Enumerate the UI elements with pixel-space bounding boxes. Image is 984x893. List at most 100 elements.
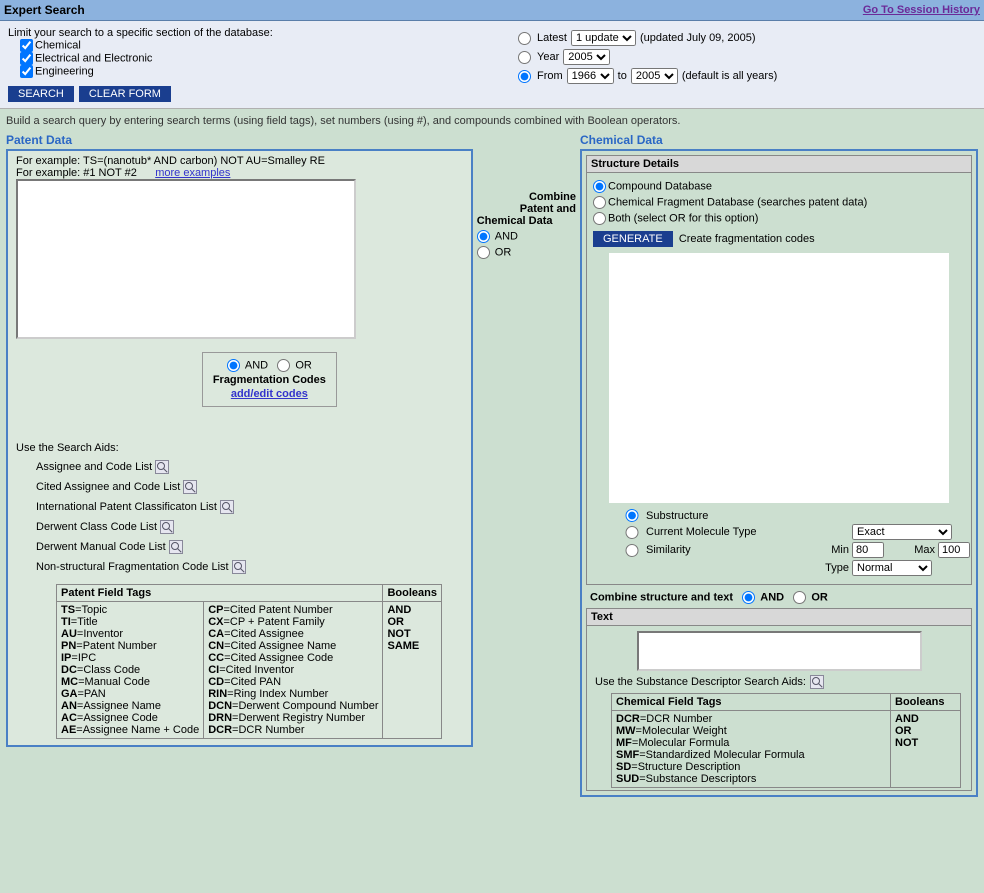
radio-latest-label: Latest xyxy=(537,32,567,44)
cst-or-label: OR xyxy=(811,592,828,604)
radio-compound-db[interactable] xyxy=(593,180,606,193)
search-icon[interactable] xyxy=(810,675,824,689)
tag-row: DCN=Derwent Compound Number xyxy=(208,700,378,712)
search-icon[interactable] xyxy=(183,480,197,494)
chemical-data-label: Chemical Data xyxy=(580,133,978,147)
boolean-item: AND xyxy=(895,713,956,725)
tag-row: TS=Topic xyxy=(61,604,199,616)
check-chemical[interactable] xyxy=(20,39,33,52)
cst-and-label: AND xyxy=(760,592,784,604)
search-button[interactable]: SEARCH xyxy=(8,86,74,102)
aid-1: Cited Assignee and Code List xyxy=(36,481,180,493)
tag-row: CD=Cited PAN xyxy=(208,676,378,688)
search-icon[interactable] xyxy=(220,500,234,514)
combine-struct-text-label: Combine structure and text xyxy=(590,591,733,603)
search-aids-label: Use the Search Aids: xyxy=(16,442,463,454)
search-icon[interactable] xyxy=(155,460,169,474)
radio-year-label: Year xyxy=(537,51,559,63)
tag-row: CP=Cited Patent Number xyxy=(208,604,378,616)
frag-or-label: OR xyxy=(295,360,312,372)
frag-or-radio[interactable] xyxy=(277,359,290,372)
radio-fragment-db-label: Chemical Fragment Database (searches pat… xyxy=(608,197,867,209)
tag-row: CA=Cited Assignee xyxy=(208,628,378,640)
combine-title-3: Chemical Data xyxy=(477,215,576,227)
check-electrical-label: Electrical and Electronic xyxy=(35,53,152,65)
structure-canvas[interactable] xyxy=(609,253,949,503)
default-years-note: (default is all years) xyxy=(682,70,777,82)
radio-current-molecule[interactable] xyxy=(623,526,641,539)
from-select[interactable]: 1966 xyxy=(567,68,614,84)
radio-both-db-label: Both (select OR for this option) xyxy=(608,213,758,225)
radio-latest[interactable] xyxy=(518,32,531,45)
chem-tags-header: Chemical Field Tags xyxy=(612,694,891,711)
tag-row: MF=Molecular Formula xyxy=(616,737,886,749)
patent-tags-header: Patent Field Tags xyxy=(57,585,383,602)
aid-3: Derwent Class Code List xyxy=(36,521,157,533)
radio-year[interactable] xyxy=(518,51,531,64)
text-header: Text xyxy=(586,608,972,626)
max-label: Max xyxy=(895,544,935,556)
chemical-field-tags-table: Chemical Field Tags Booleans DCR=DCR Num… xyxy=(611,693,961,788)
radio-substructure[interactable] xyxy=(623,509,641,522)
tag-row: AE=Assignee Name + Code xyxy=(61,724,199,736)
combine-title-2: Patent and xyxy=(477,203,576,215)
combine-or-label: OR xyxy=(495,247,512,259)
check-chemical-label: Chemical xyxy=(35,40,81,52)
tag-row: CI=Cited Inventor xyxy=(208,664,378,676)
to-select[interactable]: 2005 xyxy=(631,68,678,84)
radio-both-db[interactable] xyxy=(593,212,606,225)
radio-fragment-db[interactable] xyxy=(593,196,606,209)
search-icon[interactable] xyxy=(232,560,246,574)
cst-and-radio[interactable] xyxy=(742,591,755,604)
patent-field-tags-table: Patent Field Tags Booleans TS=TopicTI=Ti… xyxy=(56,584,442,739)
tag-row: GA=PAN xyxy=(61,688,199,700)
latest-select[interactable]: 1 update xyxy=(571,30,636,46)
max-input[interactable] xyxy=(938,542,970,558)
tag-row: AN=Assignee Name xyxy=(61,700,199,712)
type-select[interactable]: Normal xyxy=(852,560,932,576)
page-title: Expert Search xyxy=(4,3,85,17)
boolean-item: OR xyxy=(895,725,956,737)
radio-from-label: From xyxy=(537,70,563,82)
tag-row: DC=Class Code xyxy=(61,664,199,676)
add-edit-codes-link[interactable]: add/edit codes xyxy=(231,388,308,400)
session-history-link[interactable]: Go To Session History xyxy=(863,4,980,16)
substance-descriptor-aids-label: Use the Substance Descriptor Search Aids… xyxy=(595,676,806,688)
patent-query-textarea[interactable] xyxy=(16,179,356,339)
patent-example-2: For example: #1 NOT #2 xyxy=(16,167,137,179)
tag-row: RIN=Ring Index Number xyxy=(208,688,378,700)
combine-title-1: Combine xyxy=(477,191,576,203)
radio-from[interactable] xyxy=(518,70,531,83)
min-input[interactable] xyxy=(852,542,884,558)
aid-0: Assignee and Code List xyxy=(36,461,152,473)
year-select[interactable]: 2005 xyxy=(563,49,610,65)
aid-4: Derwent Manual Code List xyxy=(36,541,166,553)
radio-current-molecule-label: Current Molecule Type xyxy=(646,526,786,538)
check-engineering[interactable] xyxy=(20,65,33,78)
more-examples-link[interactable]: more examples xyxy=(155,167,230,179)
chem-booleans-header: Booleans xyxy=(891,694,961,711)
tag-row: SMF=Standardized Molecular Formula xyxy=(616,749,886,761)
radio-similarity[interactable] xyxy=(623,544,641,557)
combine-and-radio[interactable] xyxy=(477,230,490,243)
frag-and-radio[interactable] xyxy=(227,359,240,372)
search-icon[interactable] xyxy=(169,540,183,554)
boolean-item: NOT xyxy=(895,737,956,749)
fragmentation-codes-label: Fragmentation Codes xyxy=(213,374,326,386)
tag-row: DCR=DCR Number xyxy=(208,724,378,736)
clear-form-button[interactable]: CLEAR FORM xyxy=(79,86,171,102)
tag-row: PN=Patent Number xyxy=(61,640,199,652)
tag-row: AU=Inventor xyxy=(61,628,199,640)
search-icon[interactable] xyxy=(160,520,174,534)
generate-button[interactable]: GENERATE xyxy=(593,231,673,247)
tag-row: SUD=Substance Descriptors xyxy=(616,773,886,785)
build-instructions: Build a search query by entering search … xyxy=(0,109,984,129)
frag-and-label: AND xyxy=(245,360,268,372)
molecule-type-select[interactable]: Exact xyxy=(852,524,952,540)
cst-or-radio[interactable] xyxy=(793,591,806,604)
tag-row: AC=Assignee Code xyxy=(61,712,199,724)
combine-or-radio[interactable] xyxy=(477,246,490,259)
chem-text-textarea[interactable] xyxy=(637,631,922,671)
tag-row: IP=IPC xyxy=(61,652,199,664)
check-electrical[interactable] xyxy=(20,52,33,65)
